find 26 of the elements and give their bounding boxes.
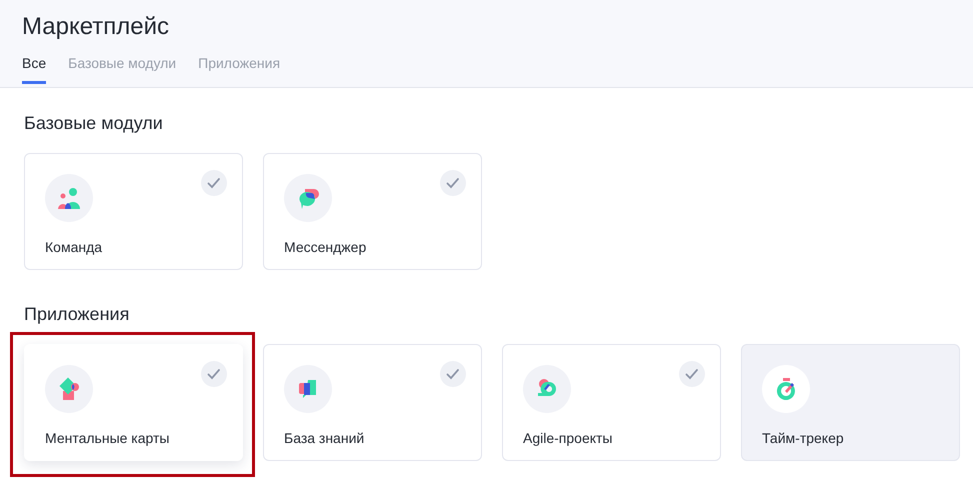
page-title: Маркетплейс xyxy=(22,12,170,42)
chat-bubble-icon xyxy=(284,174,332,222)
module-card[interactable]: Команда xyxy=(24,153,243,270)
module-name: Мессенджер xyxy=(284,239,368,256)
module-name: Agile-проекты xyxy=(523,430,614,447)
checkmark-icon xyxy=(440,361,466,387)
checkmark-icon xyxy=(440,170,466,196)
checkmark-icon xyxy=(201,170,227,196)
module-name: Ментальные карты xyxy=(45,430,170,447)
module-name: Команда xyxy=(45,239,104,256)
tab[interactable]: Все xyxy=(22,55,46,84)
module-card[interactable]: Agile-проекты xyxy=(502,344,721,461)
book-icon xyxy=(284,365,332,413)
module-card[interactable]: Ментальные карты xyxy=(24,344,243,461)
checkmark-icon xyxy=(201,361,227,387)
checkmark-icon xyxy=(679,361,705,387)
module-card[interactable]: Тайм-трекер xyxy=(741,344,960,461)
section-title: Базовые модули xyxy=(24,112,164,134)
module-name: Тайм-трекер xyxy=(762,430,845,447)
loop-icon xyxy=(523,365,571,413)
section-title: Приложения xyxy=(24,303,130,325)
module-card[interactable]: Мессенджер xyxy=(263,153,482,270)
team-icon xyxy=(45,174,93,222)
module-card[interactable]: База знаний xyxy=(263,344,482,461)
stopwatch-icon xyxy=(762,365,810,413)
module-name: База знаний xyxy=(284,430,366,447)
